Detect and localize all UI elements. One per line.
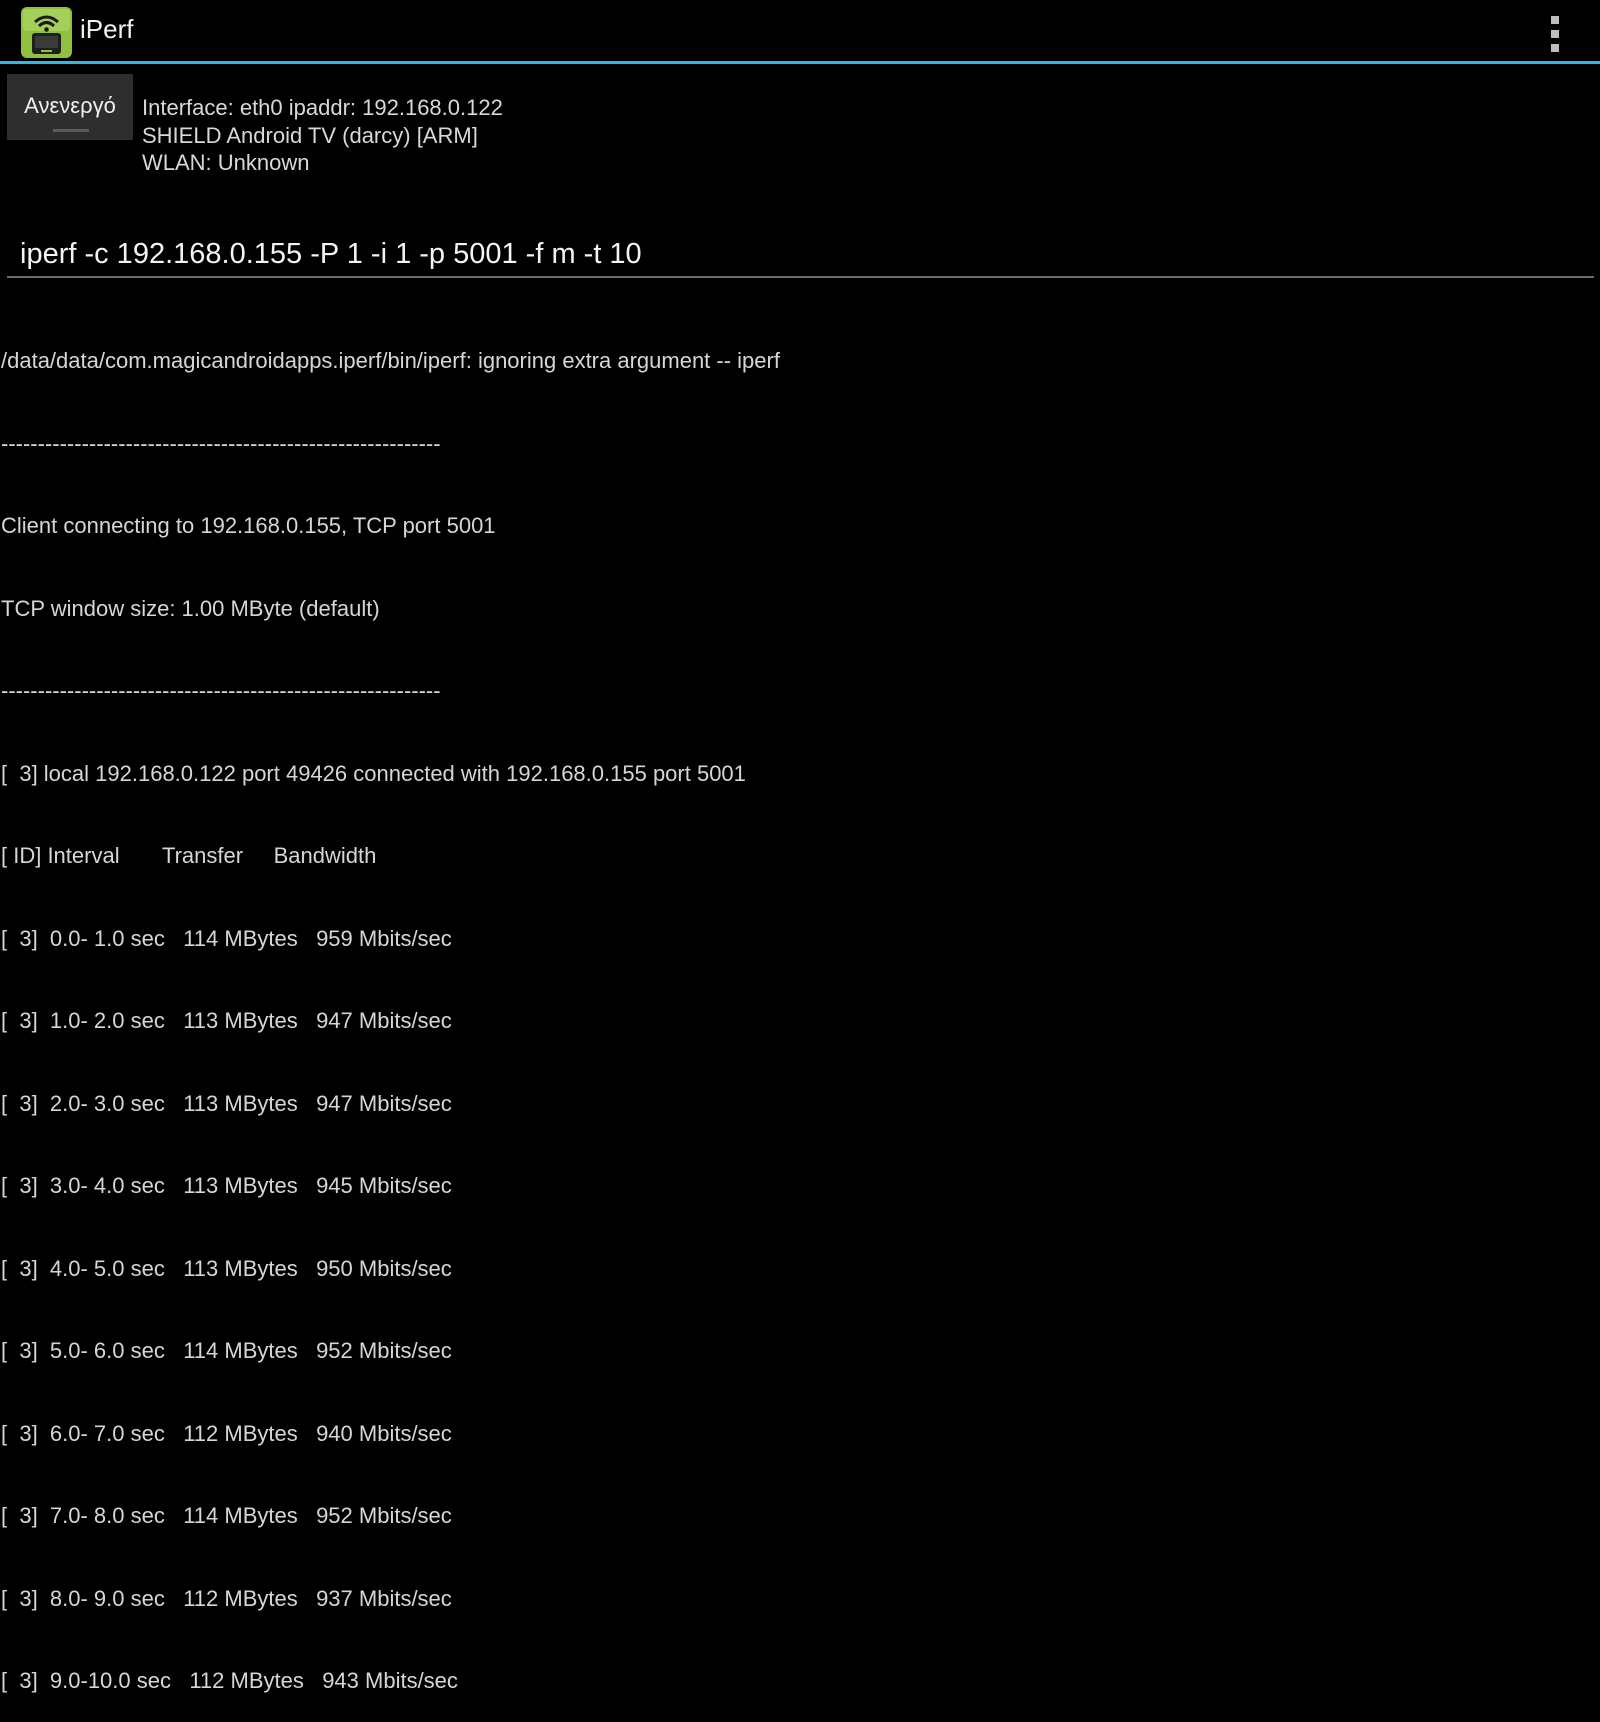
output-header-line: [ ID] Interval Transfer Bandwidth (1, 843, 377, 868)
result-row: [ 3] 5.0- 6.0 sec 114 MBytes 952 Mbits/s… (1, 1338, 452, 1363)
interface-info: Interface: eth0 ipaddr: 192.168.0.122 (142, 95, 503, 120)
menu-dot (1551, 30, 1559, 38)
result-row: [ 3] 1.0- 2.0 sec 113 MBytes 947 Mbits/s… (1, 1008, 452, 1033)
overflow-menu-icon[interactable] (1548, 16, 1562, 52)
output-line: Client connecting to 192.168.0.155, TCP … (1, 513, 496, 538)
wifi-android-tv-icon[interactable] (20, 6, 73, 59)
result-row: [ 3] 6.0- 7.0 sec 112 MBytes 940 Mbits/s… (1, 1420, 452, 1446)
output-line: TCP window size: 1.00 MByte (default) (1, 595, 380, 621)
separator-line: ----------------------------------------… (1, 678, 441, 703)
wlan-status: WLAN: Unknown (142, 150, 310, 175)
menu-dot (1551, 44, 1559, 52)
action-bar: iPerf (0, 0, 1600, 64)
command-input[interactable] (7, 232, 1594, 278)
result-row: [ 3] 9.0-10.0 sec 112 MBytes 943 Mbits/s… (1, 1668, 458, 1693)
output-line: [ 3] local 192.168.0.122 port 49426 conn… (1, 760, 746, 786)
result-row: [ 3] 8.0- 9.0 sec 112 MBytes 937 Mbits/s… (1, 1585, 452, 1611)
result-row: [ 3] 4.0- 5.0 sec 113 MBytes 950 Mbits/s… (1, 1255, 452, 1281)
output-line: /data/data/com.magicandroidapps.iperf/bi… (1, 348, 780, 373)
start-stop-toggle-button[interactable]: Ανενεργό (7, 74, 133, 140)
device-name: SHIELD Android TV (darcy) [ARM] (142, 122, 478, 148)
toggle-indicator (53, 129, 89, 132)
result-row: [ 3] 0.0- 1.0 sec 114 MBytes 959 Mbits/s… (1, 925, 452, 951)
result-row: [ 3] 7.0- 8.0 sec 114 MBytes 952 Mbits/s… (1, 1503, 452, 1528)
result-row: [ 3] 2.0- 3.0 sec 113 MBytes 947 Mbits/s… (1, 1090, 452, 1116)
result-row: [ 3] 3.0- 4.0 sec 113 MBytes 945 Mbits/s… (1, 1173, 452, 1198)
app-title: iPerf (80, 14, 134, 44)
menu-dot (1551, 16, 1559, 24)
device-info: Interface: eth0 ipaddr: 192.168.0.122 SH… (142, 94, 503, 177)
toggle-label: Ανενεργό (24, 93, 116, 118)
output-log: /data/data/com.magicandroidapps.iperf/bi… (1, 292, 780, 1722)
separator-line: ----------------------------------------… (1, 430, 441, 456)
